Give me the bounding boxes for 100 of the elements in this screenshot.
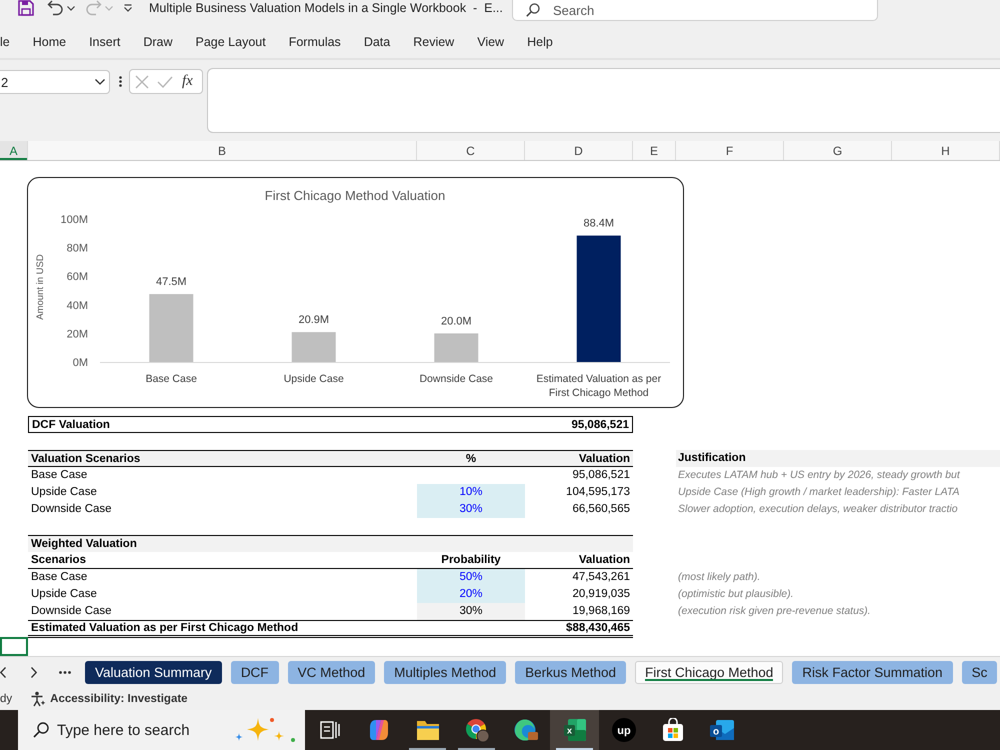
search-icon bbox=[526, 3, 540, 17]
chevron-right-icon[interactable] bbox=[31, 667, 37, 678]
table-cell-text: DCF Valuation bbox=[31, 418, 111, 432]
table-cell-text: Estimated Valuation as per First Chicago Method bbox=[30, 621, 300, 635]
column-header[interactable]: F bbox=[676, 141, 784, 160]
name-box[interactable]: 2 bbox=[0, 70, 110, 94]
table-cell: 30% bbox=[417, 603, 525, 620]
axis-tick-label: 0M bbox=[72, 357, 88, 369]
column-heading: Valuation bbox=[578, 553, 631, 567]
customize-icon[interactable] bbox=[124, 4, 132, 12]
sheet-tab[interactable]: Valuation Summary bbox=[85, 661, 222, 684]
browser-icon bbox=[512, 718, 538, 742]
search-icon bbox=[33, 722, 49, 738]
input-cell[interactable]: 30% bbox=[417, 501, 525, 518]
column-header[interactable]: D bbox=[525, 141, 633, 160]
caret-icon[interactable] bbox=[67, 6, 75, 11]
column-heading: % bbox=[464, 452, 478, 466]
sheet-tab[interactable]: Sc bbox=[962, 661, 998, 684]
note-text: Executes LATAM hub + US entry by 2026, steady growth but bbox=[677, 468, 962, 483]
search-field[interactable]: Search bbox=[512, 0, 878, 21]
chart-title: First Chicago Method Valuation bbox=[264, 188, 446, 203]
ribbon-tab[interactable]: Home bbox=[32, 33, 66, 53]
data-label: 47.5M bbox=[156, 276, 187, 288]
formula-input[interactable] bbox=[207, 68, 1000, 133]
table-cell-text: Base Case bbox=[30, 468, 88, 483]
sheet-tab[interactable]: First Chicago Method bbox=[634, 661, 784, 684]
chart-bar bbox=[292, 332, 336, 362]
column-header[interactable]: B bbox=[28, 141, 417, 160]
axis-tick-label: 100M bbox=[60, 214, 88, 226]
chart-bar bbox=[434, 333, 478, 362]
column-header[interactable]: A bbox=[0, 141, 28, 160]
sheet-tab[interactable]: Multiples Method bbox=[384, 661, 506, 684]
insert-function-button[interactable]: fx bbox=[182, 73, 193, 90]
table-cell-text: 66,560,565 bbox=[571, 502, 631, 517]
input-cell[interactable]: 20% bbox=[417, 586, 525, 603]
axis-tick-label: 40M bbox=[66, 300, 88, 312]
data-label: 20.9M bbox=[298, 314, 330, 326]
table-cell-text: 95,086,521 bbox=[571, 468, 631, 483]
section-title: Weighted Valuation bbox=[30, 537, 138, 551]
column-heading: Valuation Scenarios bbox=[30, 452, 142, 466]
ribbon-tab[interactable]: Insert bbox=[89, 33, 120, 53]
browser-icon bbox=[464, 717, 490, 743]
column-header[interactable]: E bbox=[633, 141, 676, 160]
taskbar-button[interactable]: x bbox=[550, 710, 599, 750]
input-cell[interactable]: 50% bbox=[417, 569, 525, 586]
data-label: 88.4M bbox=[583, 218, 614, 230]
table-cell-text: 95,086,521 bbox=[570, 418, 630, 432]
table-cell-text: 47,543,261 bbox=[571, 570, 631, 585]
ribbon-tab[interactable]: Data bbox=[364, 33, 390, 53]
accessibility-status[interactable]: Accessibility: Investigate bbox=[50, 693, 188, 705]
ribbon-tab[interactable]: View bbox=[477, 33, 504, 53]
note-text: (execution risk given pre-revenue status). bbox=[677, 604, 872, 619]
ribbon-tab[interactable]: Review bbox=[413, 33, 454, 53]
column-header[interactable]: C bbox=[417, 141, 525, 160]
ribbon-tab[interactable]: Draw bbox=[143, 33, 173, 53]
input-cell[interactable]: 10% bbox=[417, 484, 525, 501]
status-text: dy bbox=[0, 693, 12, 705]
chart-bar bbox=[149, 294, 194, 362]
sheet-tab[interactable]: DCF bbox=[230, 661, 279, 684]
column-header[interactable]: H bbox=[892, 141, 1000, 160]
axis-title: Amount in USD bbox=[35, 254, 46, 320]
table-cell-text: Downside Case bbox=[30, 502, 113, 517]
note-text: (most likely path). bbox=[677, 570, 762, 585]
column-heading: Justification bbox=[676, 450, 1000, 467]
data-label: 20.0M bbox=[440, 315, 472, 328]
axis-label: Upside Case bbox=[284, 373, 344, 385]
logo-icon: up bbox=[612, 718, 636, 742]
table-cell-text: Downside Case bbox=[30, 604, 113, 619]
taskbar-button[interactable]: up bbox=[599, 710, 648, 750]
note-text: Upside Case (High growth / market leadership): Faster LATA bbox=[677, 485, 960, 500]
more-vertical-icon[interactable] bbox=[119, 76, 122, 87]
search-field[interactable]: Type here to search bbox=[18, 710, 305, 750]
ribbon-tab[interactable]: Page Layout bbox=[196, 33, 266, 53]
more-icon[interactable] bbox=[59, 671, 71, 674]
chevron-left-icon[interactable] bbox=[0, 667, 6, 678]
axis-label: Downside Case bbox=[419, 373, 494, 385]
ribbon-tab[interactable]: Formulas bbox=[288, 33, 341, 53]
column-header[interactable]: G bbox=[784, 141, 892, 160]
note-text: (optimistic but plausible). bbox=[677, 587, 795, 602]
table-cell-text: 20,919,035 bbox=[571, 587, 631, 602]
sheet-tab[interactable]: Berkus Method bbox=[515, 661, 626, 684]
cell-cursor bbox=[0, 637, 28, 656]
sheet-tab[interactable]: VC Method bbox=[288, 661, 376, 684]
table-cell-text: 104,595,173 bbox=[565, 485, 631, 500]
chevron-down-icon[interactable] bbox=[95, 79, 105, 85]
accessibility-icon[interactable] bbox=[30, 691, 46, 707]
sheet-tab[interactable]: Risk Factor Summation bbox=[792, 661, 953, 684]
undo-icon[interactable] bbox=[47, 0, 64, 16]
ribbon-tab[interactable]: le bbox=[0, 33, 10, 53]
axis-tick-label: 80M bbox=[66, 242, 88, 255]
axis-label: Estimated Valuation as per First Chicago Method bbox=[536, 373, 662, 399]
taskbar-button[interactable]: o bbox=[697, 710, 746, 750]
window-title: Multiple Business Valuation Models in a Single Workbook - E... bbox=[149, 0, 503, 16]
ribbon-tab[interactable]: Help bbox=[527, 33, 553, 53]
table-cell-text: 19,968,169 bbox=[571, 604, 631, 619]
axis-tick-label: 20M bbox=[66, 328, 88, 340]
column-heading: Probability bbox=[440, 553, 502, 567]
table-cell-text: $88,430,465 bbox=[565, 621, 631, 635]
save-icon[interactable] bbox=[18, 0, 34, 16]
column-heading: Valuation bbox=[578, 452, 631, 466]
